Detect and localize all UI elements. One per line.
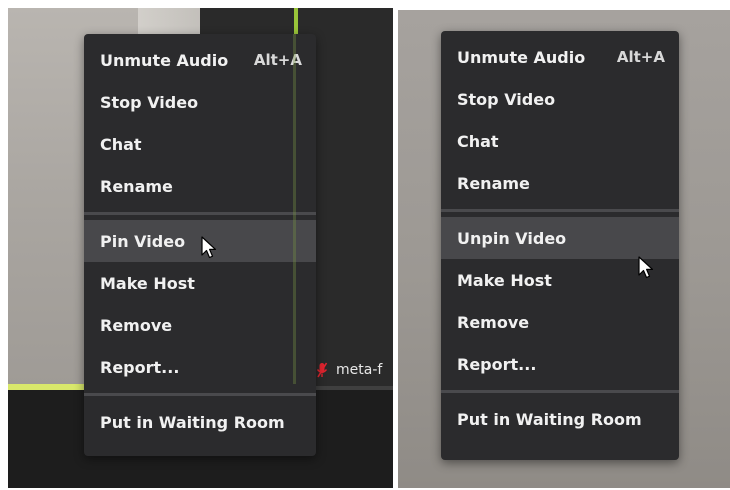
menu-item-label: Remove — [457, 312, 530, 332]
arrow-cursor-icon — [201, 236, 217, 260]
menu-item-label: Unpin Video — [457, 228, 567, 248]
menu-item-label: Remove — [100, 315, 173, 335]
menu-item-label: Stop Video — [100, 92, 199, 112]
menu-item-label: Make Host — [457, 270, 552, 290]
menu-item-rename[interactable]: Rename — [441, 162, 679, 204]
menu-item-label: Make Host — [100, 273, 195, 293]
menu-item-remove[interactable]: Remove — [84, 304, 316, 346]
menu-item-label: Unmute Audio — [100, 50, 229, 70]
participant-context-menu-right: Unmute Audio Alt+A Stop Video Chat Renam… — [441, 31, 679, 460]
participant-name: meta-f — [336, 362, 383, 378]
arrow-cursor-icon — [638, 256, 654, 280]
menu-item-label: Chat — [457, 131, 499, 151]
menu-item-unmute-audio[interactable]: Unmute Audio Alt+A — [441, 36, 679, 78]
menu-item-shortcut: Alt+A — [616, 48, 665, 66]
menu-item-label: Stop Video — [457, 89, 556, 109]
menu-item-chat[interactable]: Chat — [84, 123, 316, 165]
menu-item-report[interactable]: Report... — [441, 343, 679, 385]
menu-item-unmute-audio[interactable]: Unmute Audio Alt+A — [84, 39, 316, 81]
menu-item-label: Rename — [100, 176, 173, 196]
menu-item-label: Pin Video — [100, 231, 186, 251]
menu-item-pin-video[interactable]: Pin Video — [84, 220, 316, 262]
menu-separator — [84, 393, 316, 396]
menu-item-report[interactable]: Report... — [84, 346, 316, 388]
menu-item-label: Report... — [457, 354, 537, 374]
tile-border-overlay — [293, 34, 296, 384]
menu-separator — [441, 209, 679, 212]
menu-item-label: Report... — [100, 357, 180, 377]
menu-item-stop-video[interactable]: Stop Video — [441, 78, 679, 120]
participant-name-label: meta-f — [316, 360, 382, 380]
menu-item-label: Put in Waiting Room — [457, 409, 642, 429]
menu-item-label: Unmute Audio — [457, 47, 586, 67]
menu-item-label: Put in Waiting Room — [100, 412, 285, 432]
menu-item-rename[interactable]: Rename — [84, 165, 316, 207]
menu-item-label: Rename — [457, 173, 530, 193]
menu-item-unpin-video[interactable]: Unpin Video — [441, 217, 679, 259]
menu-item-put-in-waiting-room[interactable]: Put in Waiting Room — [84, 401, 316, 443]
menu-item-chat[interactable]: Chat — [441, 120, 679, 162]
menu-item-stop-video[interactable]: Stop Video — [84, 81, 316, 123]
menu-item-make-host[interactable]: Make Host — [84, 262, 316, 304]
menu-item-label: Chat — [100, 134, 142, 154]
menu-item-remove[interactable]: Remove — [441, 301, 679, 343]
participant-context-menu-left: Unmute Audio Alt+A Stop Video Chat Renam… — [84, 34, 316, 456]
menu-separator — [84, 212, 316, 215]
mic-muted-icon — [316, 362, 328, 378]
menu-separator — [441, 390, 679, 393]
menu-item-put-in-waiting-room[interactable]: Put in Waiting Room — [441, 398, 679, 440]
